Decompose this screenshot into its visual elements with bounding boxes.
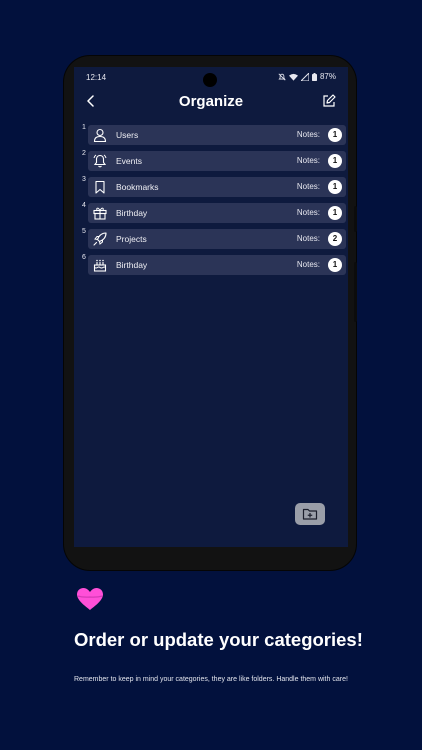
folder-add-icon [302, 508, 318, 520]
category-name: Birthday [116, 260, 148, 270]
category-name: Events [116, 156, 142, 166]
notes-count-badge: 2 [328, 232, 342, 246]
category-bar[interactable]: Bookmarks Notes: 1 [88, 177, 346, 197]
notes-label: Notes: [296, 208, 320, 217]
category-bar[interactable]: Events Notes: 1 [88, 151, 346, 171]
top-app-bar: Organize [74, 91, 348, 113]
category-row-events[interactable]: 2 Events Notes: 1 [80, 150, 346, 171]
status-bar: 12:14 87% [74, 67, 348, 87]
volume-button [354, 206, 357, 232]
front-camera [203, 73, 217, 87]
category-row-bookmarks[interactable]: 3 Bookmarks Notes: 1 [80, 176, 346, 197]
heart-icon [77, 588, 103, 610]
notes-count-badge: 1 [328, 180, 342, 194]
mute-icon [278, 73, 286, 80]
bookmark-icon [95, 180, 105, 194]
notes-label: Notes: [296, 234, 320, 243]
category-name: Birthday [116, 208, 148, 218]
rocket-icon [93, 232, 107, 246]
notes-count-badge: 1 [328, 154, 342, 168]
notes-label: Notes: [296, 130, 320, 139]
category-row-users[interactable]: 1 Users Notes: 1 [80, 124, 346, 145]
notes-label: Notes: [296, 182, 320, 191]
category-row-projects[interactable]: 5 Projects Notes: 2 [80, 228, 346, 249]
add-folder-button[interactable] [295, 503, 325, 525]
category-name: Users [116, 130, 139, 140]
category-number: 2 [82, 150, 86, 157]
wifi-icon [288, 73, 298, 81]
promo-headline: Order or update your categories! [74, 629, 363, 650]
category-name: Projects [116, 234, 147, 244]
cake-icon [93, 259, 107, 272]
category-bar[interactable]: Birthday Notes: 1 [88, 255, 346, 275]
notes-label: Notes: [296, 156, 320, 165]
promo-subtext: Remember to keep in mind your categories… [74, 676, 348, 683]
phone-screen: 12:14 87% Organize 1 Users Notes: 1 2 Ev… [74, 67, 348, 547]
category-number: 6 [82, 254, 86, 261]
signal-icon [300, 72, 309, 81]
category-bar[interactable]: Birthday Notes: 1 [88, 203, 346, 223]
category-name: Bookmarks [116, 182, 159, 192]
power-button [354, 262, 357, 322]
category-number: 3 [82, 176, 86, 183]
category-row-birthday[interactable]: 4 Birthday Notes: 1 [80, 202, 346, 223]
battery-percent: 87% [319, 72, 336, 81]
category-number: 4 [82, 202, 86, 209]
bell-icon [93, 154, 107, 168]
notes-label: Notes: [296, 260, 320, 269]
status-icons: 87% [278, 72, 336, 81]
gift-icon [93, 207, 107, 220]
category-number: 5 [82, 228, 86, 235]
notes-count-badge: 1 [328, 258, 342, 272]
category-number: 1 [82, 124, 86, 131]
notes-count-badge: 1 [328, 206, 342, 220]
page-title: Organize [178, 93, 244, 110]
notes-count-badge: 1 [328, 128, 342, 142]
edit-icon[interactable] [322, 94, 336, 108]
category-row-birthday-2[interactable]: 6 Birthday Notes: 1 [80, 254, 346, 275]
battery-icon [311, 72, 317, 81]
user-icon [93, 128, 107, 143]
category-bar[interactable]: Users Notes: 1 [88, 125, 346, 145]
status-time: 12:14 [86, 73, 107, 82]
category-bar[interactable]: Projects Notes: 2 [88, 229, 346, 249]
